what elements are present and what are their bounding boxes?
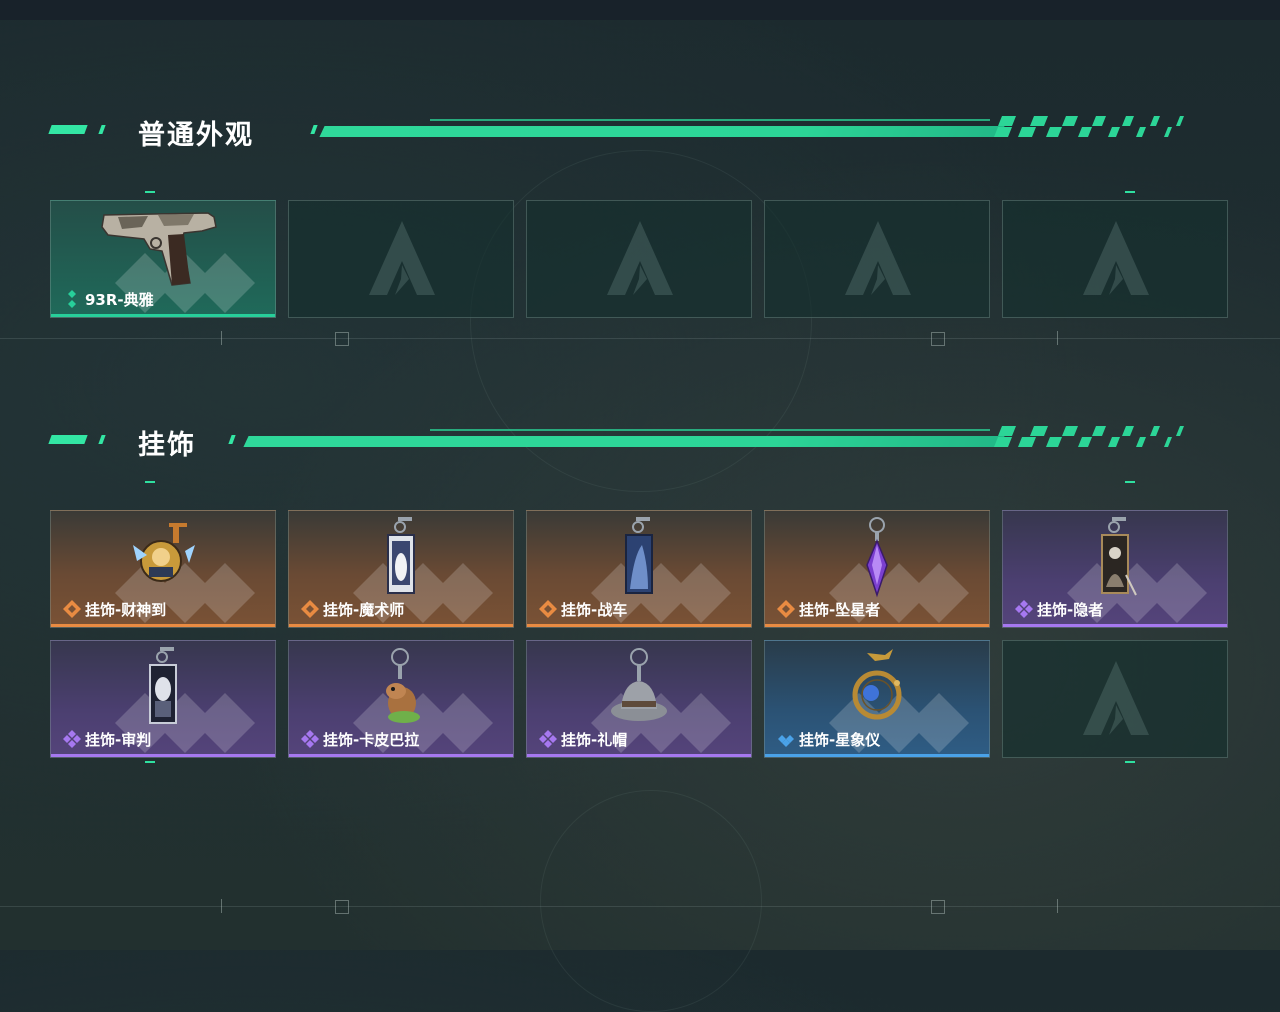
rarity-edge (765, 624, 989, 627)
charm-card[interactable]: 挂饰-隐者 (1002, 510, 1228, 628)
frame-corner-marker (931, 332, 945, 346)
tarot-card-charm-icon (1101, 517, 1137, 596)
rarity-diamond-orange-icon (777, 600, 795, 618)
accent-dash (145, 191, 155, 193)
empty-slot-icon (1083, 221, 1149, 295)
section-title: 挂饰 (138, 430, 196, 461)
rarity-edge (51, 624, 275, 627)
rarity-diamond-orange-icon (63, 600, 81, 618)
fortune-charm-icon (133, 523, 195, 582)
rarity-diamond-orange-icon (539, 600, 557, 618)
accent-dash (1125, 191, 1135, 193)
capybara-charm-icon (386, 648, 420, 723)
item-name: 挂饰-魔术师 (323, 601, 405, 619)
accent-dash (1125, 481, 1135, 483)
charm-card[interactable]: 挂饰-卡皮巴拉 (288, 640, 514, 758)
frame-corner-marker (335, 332, 349, 346)
rarity-edge (289, 754, 513, 757)
rarity-edge (289, 624, 513, 627)
accent-dash (145, 761, 155, 763)
item-name: 挂饰-战车 (561, 601, 628, 619)
rarity-edge (1003, 624, 1227, 627)
rarity-diamond-blue-icon (778, 735, 794, 747)
header-checker-pattern (994, 116, 1184, 137)
item-name: 挂饰-星象仪 (799, 731, 881, 749)
item-name: 挂饰-财神到 (85, 601, 167, 619)
rarity-edge (765, 754, 989, 757)
astrolabe-charm-icon (852, 649, 902, 720)
tarot-card-charm-icon (625, 517, 653, 594)
charm-card[interactable]: 挂饰-礼帽 (526, 640, 752, 758)
empty-slot-icon (1083, 661, 1149, 735)
section-header-charms: 挂饰 (48, 420, 1210, 461)
empty-slot[interactable] (764, 200, 990, 318)
rarity-diamond-green-icon (68, 290, 76, 308)
empty-slot-icon (369, 221, 435, 295)
tarot-card-charm-icon (149, 647, 177, 724)
hat-charm-icon (611, 648, 667, 721)
rarity-diamond-orange-icon (301, 600, 319, 618)
empty-slot[interactable] (526, 200, 752, 318)
charm-card[interactable]: 挂饰-坠星者 (764, 510, 990, 628)
divider-line (0, 906, 1280, 907)
empty-slot-icon (845, 221, 911, 295)
rarity-diamond-purple-icon (539, 730, 557, 748)
pistol-icon (101, 212, 217, 286)
charm-card[interactable]: 挂饰-魔术师 (288, 510, 514, 628)
charm-card[interactable]: 挂饰-星象仪 (764, 640, 990, 758)
empty-slot[interactable] (1002, 640, 1228, 758)
rarity-edge (51, 314, 275, 317)
item-name: 挂饰-礼帽 (561, 731, 628, 749)
tarot-card-charm-icon (387, 517, 415, 594)
empty-slot[interactable] (288, 200, 514, 318)
header-accent-bar (98, 125, 106, 134)
item-name: 挂饰-坠星者 (799, 601, 881, 619)
header-accent-bar (48, 435, 88, 444)
rarity-diamond-purple-icon (1015, 600, 1033, 618)
frame-corner-marker (335, 900, 349, 914)
accent-dash (145, 481, 155, 483)
empty-slot[interactable] (1002, 200, 1228, 318)
section-title: 普通外观 (138, 120, 254, 151)
item-name: 挂饰-卡皮巴拉 (323, 731, 420, 749)
section-header-skins: 普通外观 (48, 110, 1210, 151)
charm-card[interactable]: 挂饰-审判 (50, 640, 276, 758)
crystal-charm-icon (866, 517, 888, 598)
item-name: 挂饰-隐者 (1037, 601, 1104, 619)
frame-tick (221, 331, 222, 345)
header-stream-line (430, 429, 990, 431)
header-stream-line (430, 119, 990, 121)
frame-tick (221, 899, 222, 913)
frame-corner-marker (931, 900, 945, 914)
header-accent-bar (98, 435, 106, 444)
divider-line (0, 338, 1280, 339)
top-bar (0, 0, 1280, 20)
header-stream-bar (243, 436, 1005, 447)
rarity-edge (527, 754, 751, 757)
header-checker-pattern (994, 426, 1184, 447)
header-accent-bar (48, 125, 88, 134)
rarity-edge (51, 754, 275, 757)
header-accent-bar (228, 435, 236, 444)
frame-tick (1057, 899, 1058, 913)
accent-dash (1125, 761, 1135, 763)
rarity-edge (527, 624, 751, 627)
empty-slot-icon (607, 221, 673, 295)
item-name: 挂饰-审判 (85, 731, 152, 749)
skin-card-93r[interactable]: 93R-典雅 (50, 200, 276, 318)
charm-card[interactable]: 挂饰-财神到 (50, 510, 276, 628)
rarity-diamond-purple-icon (63, 730, 81, 748)
rarity-diamond-purple-icon (301, 730, 319, 748)
header-stream-bar (319, 126, 1005, 137)
header-accent-bar (310, 125, 318, 134)
charm-card[interactable]: 挂饰-战车 (526, 510, 752, 628)
item-name: 93R-典雅 (85, 291, 154, 309)
frame-tick (1057, 331, 1058, 345)
background-ring (540, 790, 762, 1012)
